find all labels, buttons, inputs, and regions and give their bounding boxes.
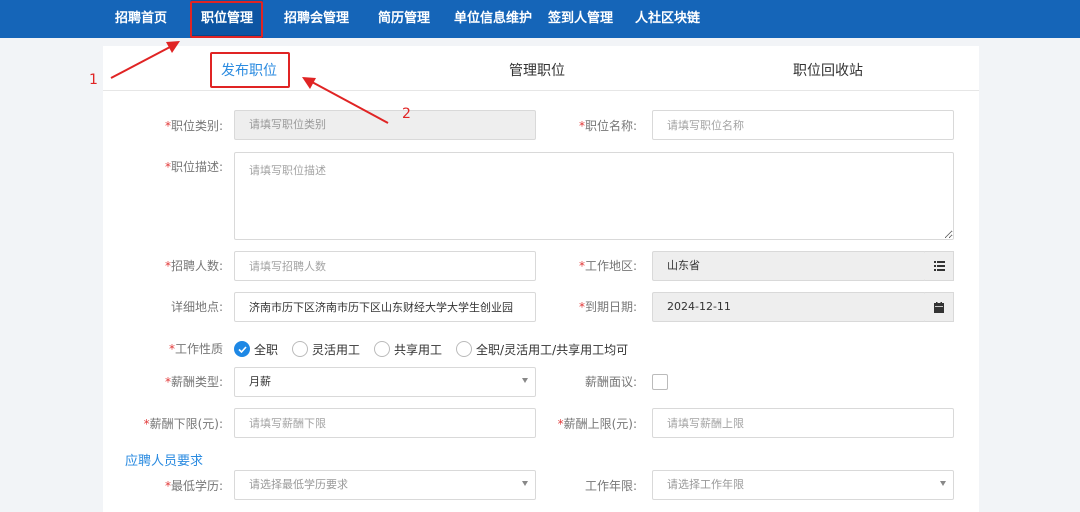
education-label: *最低学历: [164,479,223,493]
headcount-label: *招聘人数: [164,259,223,273]
radio-any[interactable]: 全职/灵活用工/共享用工均可 [456,341,628,358]
salary-min-input[interactable] [234,408,536,438]
salary-min-label: *薪酬下限(元): [143,417,223,431]
radio-empty-icon [292,341,309,357]
job-nature-radio-group: 全职 灵活用工 共享用工 全职/灵活用工/共享用工均可 [234,339,642,359]
annotation-step-1: 1 [89,72,98,88]
caret-down-icon [522,481,528,486]
calendar-icon [934,301,944,313]
region-label: *工作地区: [578,259,637,273]
address-input[interactable] [234,292,536,322]
salary-negotiable-label: 薪酬面议: [584,375,637,389]
annotation-box-nav [190,1,263,38]
list-icon [933,261,945,271]
radio-empty-icon [374,341,391,357]
education-select[interactable]: 请选择最低学历要求 [234,470,536,500]
experience-label: 工作年限: [584,479,637,493]
salary-negotiable-checkbox[interactable] [652,374,668,390]
nav-item-job-fair[interactable]: 招聘会管理 [284,0,349,38]
tab-job-recycle-bin[interactable]: 职位回收站 [793,60,863,80]
description-label: *职位描述: [164,160,223,174]
description-textarea[interactable] [234,152,954,240]
radio-flexible[interactable]: 灵活用工 [292,341,360,358]
caret-down-icon [522,378,528,383]
nav-item-resume[interactable]: 简历管理 [378,0,430,38]
salary-max-input[interactable] [652,408,954,438]
calendar-button[interactable] [925,292,954,322]
nav-item-sign-in[interactable]: 签到人管理 [548,0,613,38]
radio-shared[interactable]: 共享用工 [374,341,442,358]
region-list-button[interactable] [925,251,954,281]
name-label: *职位名称: [578,119,637,133]
nav-item-blockchain[interactable]: 人社区块链 [635,0,700,38]
top-navigation: 招聘首页 职位管理 招聘会管理 简历管理 单位信息维护 签到人管理 人社区块链 [0,0,1080,38]
salary-type-label: *薪酬类型: [164,375,223,389]
headcount-input[interactable] [234,251,536,281]
job-form-panel: 发布职位 管理职位 职位回收站 *职位类别: 请填写职位类别 *职位名称: *职… [103,46,979,512]
nav-item-home[interactable]: 招聘首页 [115,0,167,38]
region-field[interactable]: 山东省 [652,251,926,281]
job-nature-label: *工作性质 [168,342,223,356]
radio-checked-icon [234,341,250,357]
nav-item-company-info[interactable]: 单位信息维护 [454,0,532,38]
job-name-input[interactable] [652,110,954,140]
radio-empty-icon [456,341,473,357]
radio-full-time[interactable]: 全职 [234,341,278,358]
category-field[interactable]: 请填写职位类别 [234,110,536,140]
check-icon [237,345,247,353]
salary-type-select[interactable]: 月薪 [234,367,536,397]
experience-select[interactable]: 请选择工作年限 [652,470,954,500]
annotation-step-2: 2 [402,106,411,122]
category-label: *职位类别: [164,119,223,133]
address-label: 详细地点: [170,300,223,314]
annotation-box-tab [210,52,290,88]
deadline-field[interactable]: 2024-12-11 [652,292,926,322]
tab-manage-jobs[interactable]: 管理职位 [509,60,565,80]
requirements-section-title: 应聘人员要求 [125,454,204,469]
caret-down-icon [940,481,946,486]
deadline-label: *到期日期: [578,300,637,314]
salary-max-label: *薪酬上限(元): [557,417,637,431]
